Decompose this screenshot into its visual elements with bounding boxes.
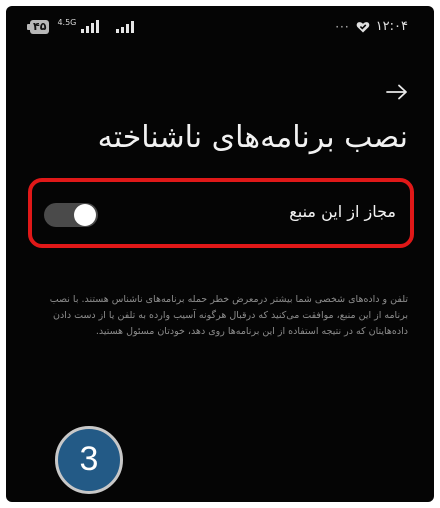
back-arrow-icon[interactable]	[386, 84, 408, 100]
allow-from-source-row[interactable]: مجاز از این منبع	[28, 178, 414, 248]
heart-check-icon	[356, 21, 370, 32]
signal-icon-2	[116, 21, 135, 33]
signal-icon	[81, 20, 100, 33]
network-type: 4.5G	[57, 17, 77, 27]
toggle-knob	[74, 204, 96, 226]
overflow-dots: ···	[335, 19, 350, 34]
status-right: ··· ۱۲:۰۴	[335, 19, 408, 34]
allow-from-source-toggle[interactable]	[44, 203, 98, 227]
status-bar: ۴۵ 4.5G ··· ۱۲:۰۴	[6, 6, 434, 50]
status-left: ۴۵ 4.5G	[26, 17, 135, 34]
clock: ۱۲:۰۴	[375, 19, 408, 34]
battery-icon: ۴۵	[26, 20, 50, 34]
step-number-badge: 3	[55, 426, 123, 494]
page-title: نصب برنامه‌های ناشناخته	[97, 120, 408, 155]
battery-level: ۴۵	[33, 20, 47, 33]
warning-text: تلفن و داده‌های شخصی شما بیشتر درمعرض خط…	[49, 294, 408, 337]
phone-screen: ۴۵ 4.5G ··· ۱۲:۰۴ نصب برنامه‌های ناشناخت…	[6, 6, 434, 502]
allow-from-source-label: مجاز از این منبع	[289, 202, 396, 221]
